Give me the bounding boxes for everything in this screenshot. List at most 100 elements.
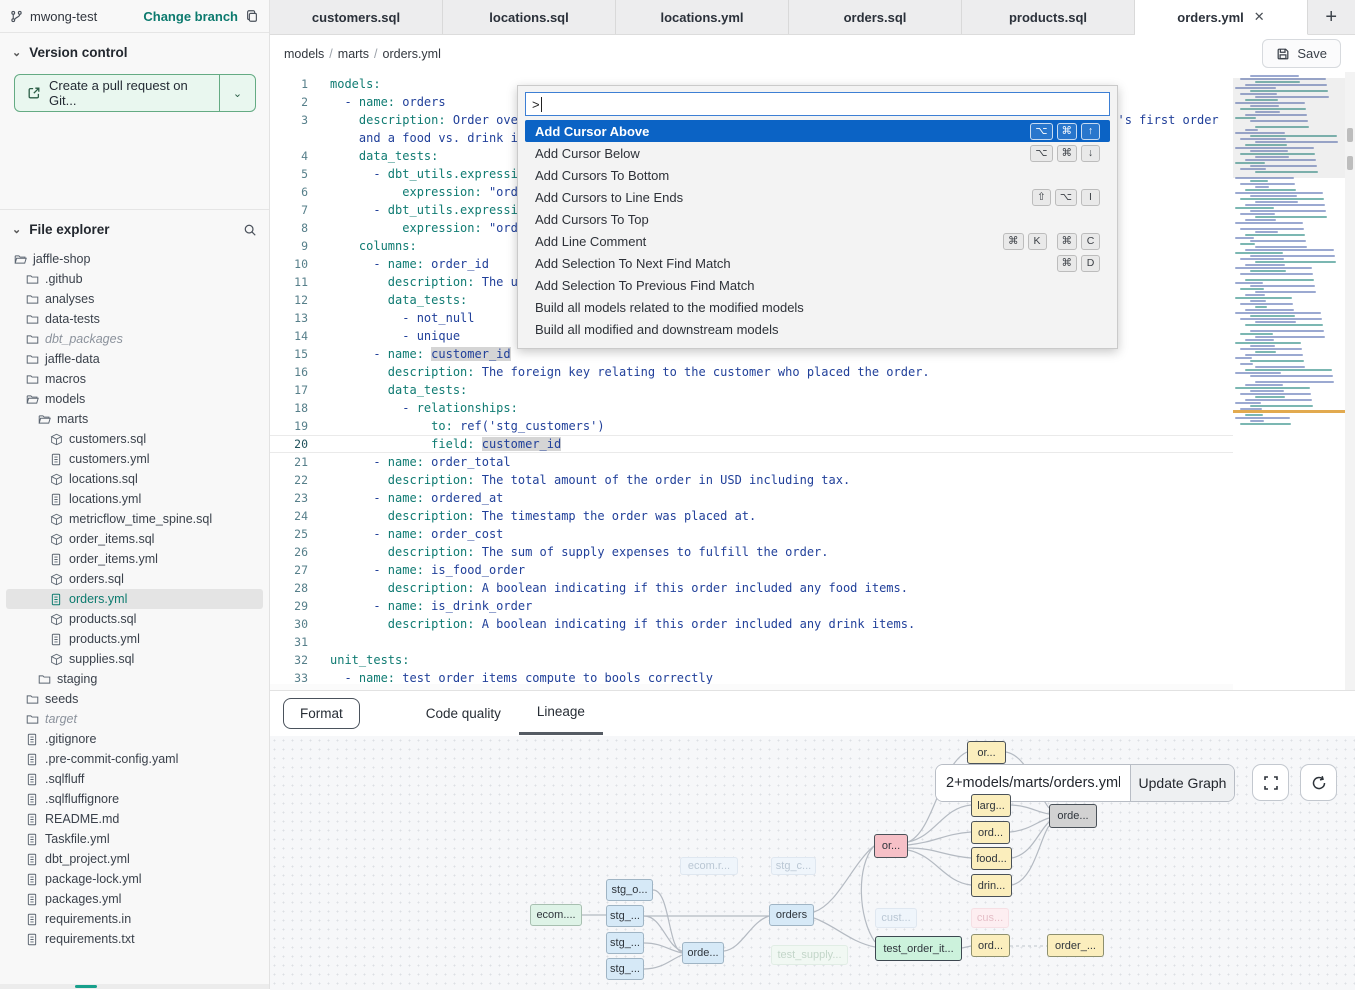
file-item--sqlfluffignore[interactable]: .sqlfluffignore [6, 789, 263, 809]
file-item-jaffle-data[interactable]: jaffle-data [6, 349, 263, 369]
command-item-build-all-models-related-to-the-modified-models[interactable]: Build all models related to the modified… [525, 296, 1110, 318]
lineage-node-drin-[interactable]: drin... [971, 874, 1012, 897]
file-item-marts[interactable]: marts [6, 409, 263, 429]
command-item-build-all-modified-and-downstream-models[interactable]: Build all modified and downstream models [525, 318, 1110, 340]
refresh-button[interactable] [1300, 764, 1337, 801]
lineage-node-test-order-it-[interactable]: test_order_it... [875, 936, 962, 961]
file-item-order-items-sql[interactable]: order_items.sql [6, 529, 263, 549]
update-graph-button[interactable]: Update Graph [1130, 765, 1234, 801]
lineage-node-food-[interactable]: food... [971, 847, 1012, 870]
file-item--github[interactable]: .github [6, 269, 263, 289]
file-item-models[interactable]: models [6, 389, 263, 409]
editor-line[interactable]: 27 - name: is_food_order [270, 561, 1233, 579]
file-item-taskfile-yml[interactable]: Taskfile.yml [6, 829, 263, 849]
command-item-add-cursor-below[interactable]: Add Cursor Below⌥⌘↓ [525, 142, 1110, 164]
lineage-node-orders[interactable]: orders [769, 904, 814, 926]
lineage-search-input[interactable] [936, 765, 1130, 801]
file-item-products-sql[interactable]: products.sql [6, 609, 263, 629]
file-item-products-yml[interactable]: products.yml [6, 629, 263, 649]
file-item--sqlfluff[interactable]: .sqlfluff [6, 769, 263, 789]
lineage-node-stg-[interactable]: stg_... [606, 905, 644, 927]
lineage-node-orde-[interactable]: orde... [1049, 804, 1097, 828]
tab-orders-yml[interactable]: orders.yml✕ [1135, 0, 1308, 35]
editor-line[interactable]: 30 description: A boolean indicating if … [270, 615, 1233, 633]
lineage-node-ord-[interactable]: ord... [971, 934, 1010, 957]
breadcrumb-item[interactable]: orders.yml [383, 47, 441, 61]
lineage-graph[interactable]: Update Graph ecom.... stg_o... stg_... stg_… [270, 736, 1355, 990]
lineage-node-or-[interactable]: or... [874, 834, 908, 858]
lineage-node-stg-o-[interactable]: stg_o... [606, 879, 653, 901]
create-pr-button[interactable]: Create a pull request on Git... ⌄ [14, 74, 256, 112]
editor-scrollbar[interactable] [1345, 72, 1355, 690]
file-item--pre-commit-config-yaml[interactable]: .pre-commit-config.yaml [6, 749, 263, 769]
copy-icon[interactable] [245, 9, 259, 23]
editor-line[interactable]: 20 field: customer_id [270, 435, 1233, 453]
file-item-staging[interactable]: staging [6, 669, 263, 689]
pr-dropdown-toggle[interactable]: ⌄ [219, 75, 255, 111]
minimap[interactable] [1233, 72, 1345, 690]
file-item-jaffle-shop[interactable]: jaffle-shop [6, 249, 263, 269]
editor-line[interactable]: 16 description: The foreign key relating… [270, 363, 1233, 381]
command-item-add-cursors-to-top[interactable]: Add Cursors To Top [525, 208, 1110, 230]
lineage-node-orde-[interactable]: orde... [682, 942, 724, 964]
lineage-node-ecom-[interactable]: ecom.... [530, 904, 582, 926]
command-item-add-cursors-to-bottom[interactable]: Add Cursors To Bottom [525, 164, 1110, 186]
version-control-header[interactable]: ⌄ Version control [0, 33, 269, 68]
editor-line[interactable]: 22 description: The total amount of the … [270, 471, 1233, 489]
command-item-add-selection-to-previous-find-match[interactable]: Add Selection To Previous Find Match [525, 274, 1110, 296]
minimap-viewport[interactable] [1233, 78, 1345, 178]
editor-line[interactable]: 19 to: ref('stg_customers') [270, 417, 1233, 435]
lineage-node-order-[interactable]: order_... [1047, 934, 1104, 957]
file-item-customers-yml[interactable]: customers.yml [6, 449, 263, 469]
file-explorer-header[interactable]: ⌄ File explorer [0, 210, 269, 245]
breadcrumb-item[interactable]: marts [338, 47, 369, 61]
tab-locations-sql[interactable]: locations.sql [443, 0, 616, 34]
command-item-add-line-comment[interactable]: Add Line Comment⌘K⌘C [525, 230, 1110, 252]
file-item-readme-md[interactable]: README.md [6, 809, 263, 829]
file-item-packages-yml[interactable]: packages.yml [6, 889, 263, 909]
file-item-macros[interactable]: macros [6, 369, 263, 389]
tab-orders-sql[interactable]: orders.sql [789, 0, 962, 34]
command-palette-input[interactable]: > [525, 92, 1110, 116]
tab-code-quality[interactable]: Code quality [408, 694, 519, 734]
lineage-node-ord-[interactable]: ord... [971, 821, 1010, 844]
file-item-target[interactable]: target [6, 709, 263, 729]
file-item-metricflow-time-spine-sql[interactable]: metricflow_time_spine.sql [6, 509, 263, 529]
lineage-node-stg-[interactable]: stg_... [606, 932, 644, 954]
file-item-orders-sql[interactable]: orders.sql [6, 569, 263, 589]
tab-products-sql[interactable]: products.sql [962, 0, 1135, 34]
command-item-add-selection-to-next-find-match[interactable]: Add Selection To Next Find Match⌘D [525, 252, 1110, 274]
file-item-orders-yml[interactable]: orders.yml [6, 589, 263, 609]
tab-lineage[interactable]: Lineage [519, 692, 603, 735]
breadcrumb-item[interactable]: models [284, 47, 324, 61]
editor-line[interactable]: 24 description: The timestamp the order … [270, 507, 1233, 525]
editor-line[interactable]: 26 description: The sum of supply expens… [270, 543, 1233, 561]
file-item-locations-yml[interactable]: locations.yml [6, 489, 263, 509]
editor-line[interactable]: 28 description: A boolean indicating if … [270, 579, 1233, 597]
new-tab-button[interactable]: + [1308, 0, 1355, 34]
editor-line[interactable]: 25 - name: order_cost [270, 525, 1233, 543]
lineage-node-stg-[interactable]: stg_... [606, 958, 644, 980]
sidebar-scrollbar[interactable] [0, 984, 269, 989]
editor-line[interactable]: 29 - name: is_drink_order [270, 597, 1233, 615]
change-branch-link[interactable]: Change branch [143, 9, 238, 24]
file-item-analyses[interactable]: analyses [6, 289, 263, 309]
file-item-supplies-sql[interactable]: supplies.sql [6, 649, 263, 669]
editor-line[interactable]: 31 [270, 633, 1233, 651]
save-button[interactable]: Save [1262, 39, 1341, 68]
file-item-locations-sql[interactable]: locations.sql [6, 469, 263, 489]
file-item-dbt-packages[interactable]: dbt_packages [6, 329, 263, 349]
fullscreen-button[interactable] [1252, 764, 1289, 801]
command-item-add-cursors-to-line-ends[interactable]: Add Cursors to Line Ends⇧⌥I [525, 186, 1110, 208]
editor-line[interactable]: 17 data_tests: [270, 381, 1233, 399]
tab-customers-sql[interactable]: customers.sql [270, 0, 443, 34]
editor-line[interactable]: 18 - relationships: [270, 399, 1233, 417]
editor-line[interactable]: 32unit_tests: [270, 651, 1233, 669]
command-item-add-cursor-above[interactable]: Add Cursor Above⌥⌘↑ [525, 120, 1110, 142]
file-item-data-tests[interactable]: data-tests [6, 309, 263, 329]
file-item-seeds[interactable]: seeds [6, 689, 263, 709]
editor-line[interactable]: 23 - name: ordered_at [270, 489, 1233, 507]
file-item-requirements-txt[interactable]: requirements.txt [6, 929, 263, 949]
lineage-node-or-[interactable]: or... [967, 741, 1006, 764]
file-item-requirements-in[interactable]: requirements.in [6, 909, 263, 929]
